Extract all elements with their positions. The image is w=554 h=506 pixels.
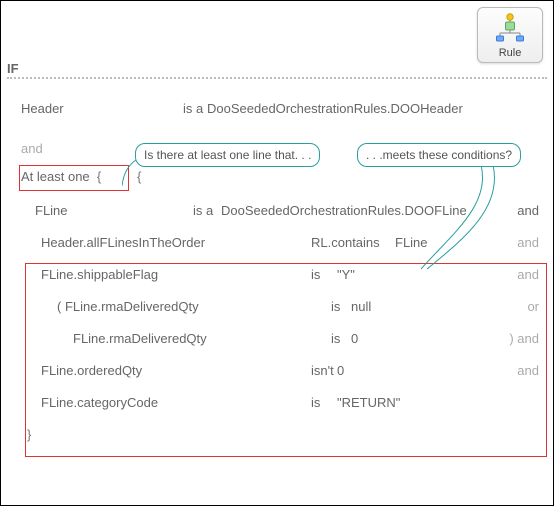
type-name: DooSeededOrchestrationRules.DOOHeader (207, 101, 463, 116)
header-decl-row[interactable]: Header is a DooSeededOrchestrationRules.… (7, 97, 547, 125)
cond-op: isn't (311, 363, 334, 378)
condition-row[interactable]: ( FLine.rmaDeliveredQty isnull or (7, 295, 547, 327)
condition-row[interactable]: FLine.rmaDeliveredQty is 0 ) and (7, 327, 547, 359)
var-name: Header (21, 101, 64, 116)
atleast-text: At least one { (21, 169, 101, 184)
cond-op: is (311, 267, 320, 282)
cond-tail: and (517, 363, 539, 378)
cond-val: 0 (337, 363, 344, 378)
cond-expr: FLine.categoryCode (41, 395, 158, 410)
cond-expr: Header.allFLinesInTheOrder (41, 235, 205, 250)
callout-tail-2-icon (421, 165, 521, 271)
callout-tail-icon (122, 158, 140, 188)
close-brace-row: } (7, 423, 547, 451)
rule-chip-label: Rule (478, 45, 542, 59)
cond-expr: FLine.rmaDeliveredQty (73, 331, 207, 346)
cond-expr: FLine.shippableFlag (41, 267, 158, 282)
callout-question-2: . . .meets these conditions? (357, 143, 521, 167)
condition-row[interactable]: FLine.orderedQty isn't0 and (7, 359, 547, 391)
rule-editor-pane: Rule IF Header is a DooSeededOrchestrati… (0, 0, 554, 506)
condition-row[interactable]: FLine.categoryCode is "RETURN" (7, 391, 547, 423)
cond-op: is (311, 395, 320, 410)
if-keyword: IF (7, 61, 19, 76)
cond-op: RL.contains (311, 235, 380, 250)
cond-op: is (331, 299, 340, 314)
cond-op: is (331, 331, 340, 346)
cond-val: 0 (351, 331, 358, 346)
and-text: and (21, 141, 43, 156)
cond-tail: or (527, 299, 539, 314)
rule-chip[interactable]: Rule (477, 7, 543, 63)
cond-val: null (351, 299, 371, 314)
cond-tail: ) and (509, 331, 539, 346)
section-divider (7, 77, 547, 79)
cond-val: "RETURN" (337, 395, 400, 410)
cond-expr: FLine.orderedQty (41, 363, 142, 378)
op-isa: is a (193, 203, 213, 218)
var-name: FLine (35, 203, 68, 218)
callout-question-1: Is there at least one line that. . . (135, 143, 320, 167)
cond-expr: ( FLine.rmaDeliveredQty (57, 299, 199, 314)
op-isa: is a (183, 101, 203, 116)
cond-val: "Y" (337, 267, 355, 282)
rule-icon (492, 12, 528, 42)
close-brace: } (27, 427, 31, 442)
